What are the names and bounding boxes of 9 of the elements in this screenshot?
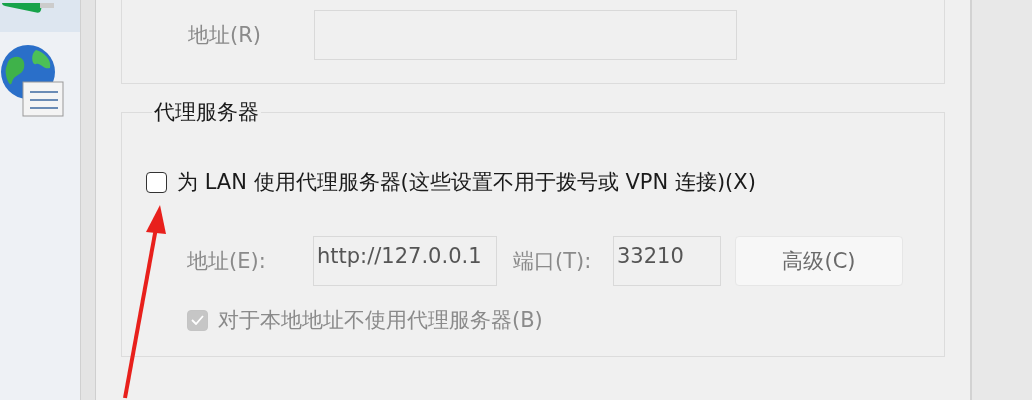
checkbox-label: 对于本地地址不使用代理服务器(B): [218, 307, 543, 334]
checkbox-label: 为 LAN 使用代理服务器(这些设置不用于拨号或 VPN 连接)(X): [177, 169, 756, 196]
checkmark-icon: [191, 315, 204, 325]
port-label: 端口(T):: [512, 248, 593, 275]
group-title: 代理服务器: [153, 99, 260, 126]
sidebar-item[interactable]: [0, 0, 80, 32]
checkbox[interactable]: [146, 171, 167, 193]
address-label: 地址(E):: [187, 248, 267, 275]
address-label: 地址(R): [188, 22, 262, 49]
